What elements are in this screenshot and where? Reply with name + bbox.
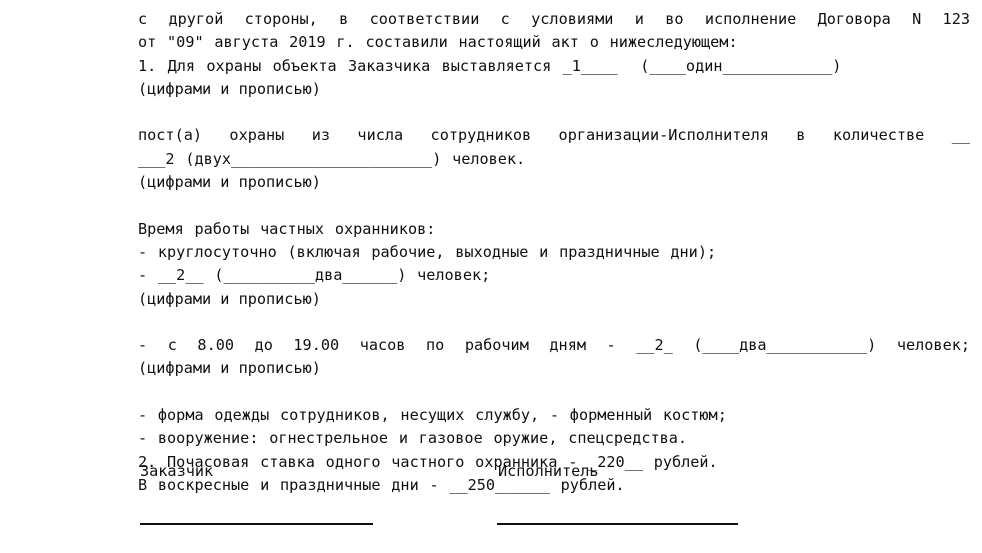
signature-label-contractor: Исполнитель [498,462,599,480]
text-line-guards-count: пост(а) охраны из числа сотрудников орга… [138,126,970,145]
text-line-day-shift: - с 8.00 до 19.00 часов по рабочим дням … [138,336,970,355]
text-line-guards-count-words: ___2 (двух______________________) челове… [138,149,526,168]
text-line-contract-date: от "09" августа 2019 г. составили настоя… [138,33,738,52]
paragraph-spacer-4 [138,381,970,404]
text-line-posts-clause: 1. Для охраны объекта Заказчика выставля… [138,56,842,75]
paragraph-spacer-3 [138,311,970,334]
text-line-contract-reference: с другой стороны, в соответствии с услов… [138,10,970,28]
document-body: с другой стороны, в соответствии с услов… [138,8,970,497]
signature-rule-contractor [497,523,738,525]
text-line-uniform: - форма одежды сотрудников, несущих служ… [138,406,727,425]
text-line-round-the-clock-count: - __2__ (__________два______) человек; [138,266,491,285]
text-line-note-digits-words-2: (цифрами и прописью) [138,173,321,192]
signature-block: Заказчик Исполнитель [138,462,838,553]
paragraph-spacer-2 [138,194,970,217]
signature-rules [138,523,838,553]
text-line-note-digits-words-3: (цифрами и прописью) [138,289,321,308]
text-line-armament: - вооружение: огнестрельное и газовое ор… [138,429,688,448]
text-line-note-digits-words-1: (цифрами и прописью) [138,79,321,98]
text-line-note-digits-words-4: (цифрами и прописью) [138,359,321,378]
signature-label-customer: Заказчик [140,462,214,480]
paragraph-spacer-1 [138,101,970,124]
signature-labels: Заказчик Исполнитель [138,462,838,486]
text-line-working-hours-heading: Время работы частных охранников: [138,219,436,238]
signature-rule-customer [140,523,373,525]
text-line-round-the-clock: - круглосуточно (включая рабочие, выходн… [138,242,717,261]
document-page: с другой стороны, в соответствии с услов… [0,0,982,540]
